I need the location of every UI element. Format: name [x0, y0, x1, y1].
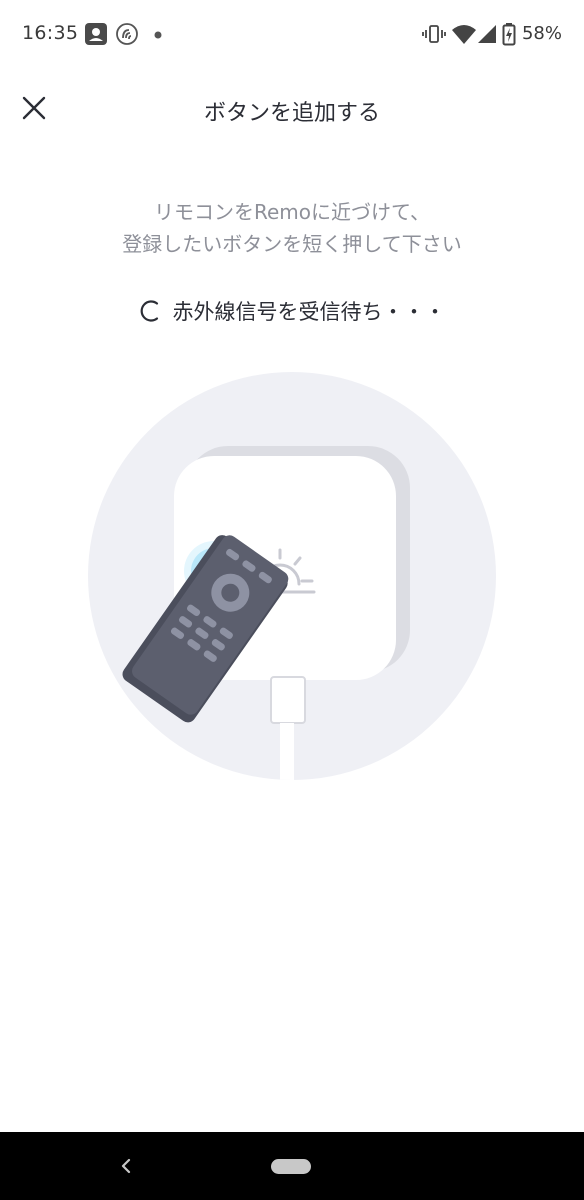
wifi-icon [452, 25, 476, 44]
signal-icon [478, 25, 496, 43]
instruction-line-1: リモコンをRemoに近づけて、 [153, 200, 431, 224]
system-navigation-bar [0, 1132, 584, 1200]
waiting-text: 赤外線信号を受信待ち・・・ [172, 300, 446, 324]
nfc-icon [116, 23, 138, 45]
status-bar: 16:35 58% [0, 0, 584, 70]
vibrate-icon [422, 25, 446, 43]
waiting-status: 赤外線信号を受信待ち・・・ [0, 294, 584, 328]
status-time: 16:35 [22, 22, 79, 44]
battery-percent: 58% [521, 23, 562, 44]
usb-cable [280, 723, 294, 780]
usb-plug [270, 676, 306, 724]
remote-to-remo-illustration [88, 372, 496, 780]
back-icon[interactable] [114, 1154, 138, 1178]
battery-charging-icon [502, 23, 516, 46]
instruction-text: リモコンをRemoに近づけて、 登録したいボタンを短く押して下さい [0, 196, 584, 260]
app-bar: ボタンを追加する [0, 78, 584, 140]
page-title: ボタンを追加する [203, 101, 380, 126]
loading-spinner-icon [140, 300, 158, 322]
dot-icon [154, 31, 162, 39]
home-pill-icon[interactable] [271, 1159, 311, 1174]
instruction-line-2: 登録したいボタンを短く押して下さい [122, 232, 462, 256]
notification-contact-icon [85, 23, 107, 45]
